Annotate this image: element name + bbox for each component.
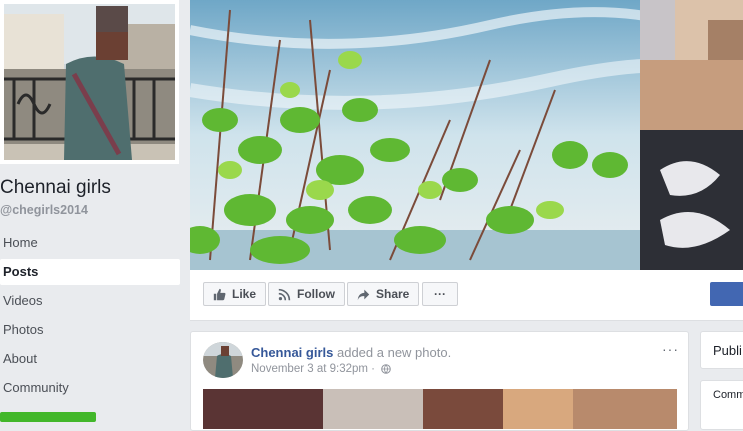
more-options-button[interactable]: ··· [422, 282, 458, 306]
post-author-avatar[interactable] [203, 342, 243, 378]
globe-icon [381, 364, 392, 374]
nav-item-posts[interactable]: Posts [0, 259, 180, 285]
share-arrow-icon [357, 289, 370, 300]
publish-box[interactable]: Publi [700, 331, 743, 369]
rss-icon [278, 288, 291, 300]
profile-picture[interactable] [0, 0, 179, 164]
post-action-text: added a new photo. [336, 345, 452, 360]
share-button[interactable]: Share [347, 282, 420, 306]
community-box: Comm [700, 380, 743, 430]
page-action-bar: Like Follow Share ··· [190, 270, 743, 321]
share-label: Share [376, 287, 410, 301]
nav-item-community[interactable]: Community [0, 375, 180, 401]
page-name[interactable]: Chennai girls [0, 177, 111, 199]
create-page-button[interactable] [0, 412, 96, 422]
primary-action-button[interactable] [710, 282, 743, 306]
page-nav: Home Posts Videos Photos About Community [0, 230, 180, 404]
publish-label: Publi [713, 343, 742, 358]
post-header: Chennai girls added a new photo. [251, 345, 451, 360]
nav-item-photos[interactable]: Photos [0, 317, 180, 343]
post-card: Chennai girls added a new photo. Novembe… [190, 331, 689, 431]
nav-item-videos[interactable]: Videos [0, 288, 180, 314]
post-options-icon[interactable]: ··· [662, 341, 679, 357]
follow-label: Follow [297, 287, 335, 301]
post-timestamp[interactable]: November 3 at 9:32pm · [251, 363, 392, 375]
thumbs-up-icon [213, 288, 226, 300]
community-label: Comm [713, 389, 743, 401]
nav-item-about[interactable]: About [0, 346, 180, 372]
post-photo[interactable] [203, 389, 677, 429]
page-handle[interactable]: @chegirls2014 [0, 203, 88, 217]
post-author-link[interactable]: Chennai girls [251, 345, 333, 360]
nav-item-home[interactable]: Home [0, 230, 180, 256]
like-button[interactable]: Like [203, 282, 267, 306]
cover-photo[interactable] [190, 0, 743, 270]
post-time-text: November 3 at 9:32pm · [251, 363, 376, 375]
follow-button[interactable]: Follow [268, 282, 345, 306]
like-label: Like [232, 287, 257, 301]
